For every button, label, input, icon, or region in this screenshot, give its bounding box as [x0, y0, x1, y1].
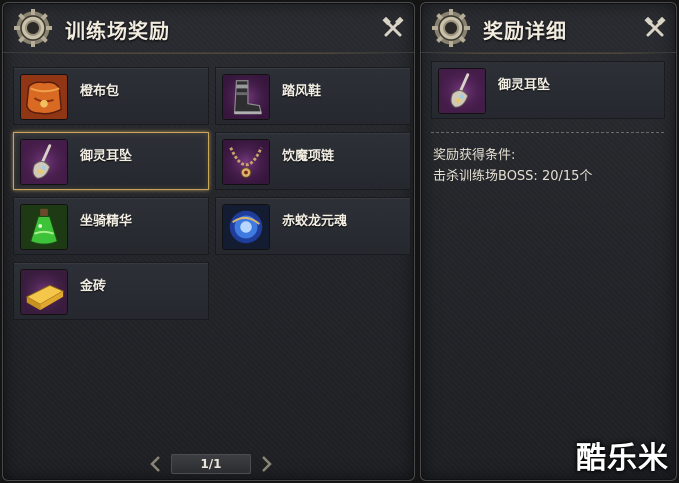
spirit-earring-icon	[438, 68, 486, 114]
reward-slot-dragon-soul[interactable]: 赤蛟龙元魂	[215, 197, 411, 255]
reward-slot-spirit-earring[interactable]: 御灵耳坠	[13, 132, 209, 190]
condition-value: 击杀训练场BOSS: 20/15个	[433, 169, 593, 184]
divider	[431, 132, 664, 133]
rewards-panel-header: 训练场奖励	[3, 3, 414, 54]
reward-slot-label: 金砖	[80, 279, 107, 294]
rewards-panel: 训练场奖励 橙布包 踏风鞋 御灵耳坠 饮魔项链 坐骑精华 赤蛟龙元魂 金砖 1/…	[2, 2, 415, 481]
reward-detail-title: 奖励详细	[483, 19, 567, 43]
reward-slot-label: 御灵耳坠	[80, 149, 133, 164]
page-indicator: 1/1	[171, 454, 251, 474]
pagination: 1/1	[149, 453, 273, 475]
watermark: 酷乐米	[576, 441, 669, 476]
reward-detail-header: 奖励详细	[421, 3, 676, 54]
reward-slot-gold-brick[interactable]: 金砖	[13, 262, 209, 320]
reward-slot-mount-essence[interactable]: 坐骑精华	[13, 197, 209, 255]
selected-reward-label: 御灵耳坠	[498, 78, 551, 93]
reward-slot-label: 赤蛟龙元魂	[282, 214, 348, 229]
wind-boots-icon	[222, 74, 270, 120]
tools-icon[interactable]	[382, 17, 404, 39]
prev-page-arrow-icon[interactable]	[149, 455, 163, 473]
reward-slot-label: 踏风鞋	[282, 84, 322, 99]
demon-necklace-icon	[222, 139, 270, 185]
next-page-arrow-icon[interactable]	[259, 455, 273, 473]
reward-detail-panel: 奖励详细 御灵耳坠 奖励获得条件: 击杀训练场BOSS: 20/15个	[420, 2, 677, 481]
reward-slot-orange-cloth-bag[interactable]: 橙布包	[13, 67, 209, 125]
dragon-soul-orb-icon	[222, 204, 270, 250]
rewards-panel-title: 训练场奖励	[65, 19, 170, 43]
orange-cloth-bag-icon	[20, 74, 68, 120]
condition-title: 奖励获得条件:	[433, 148, 516, 163]
spirit-earring-icon	[20, 139, 68, 185]
selected-reward-slot: 御灵耳坠	[431, 61, 665, 119]
reward-slot-demon-necklace[interactable]: 饮魔项链	[215, 132, 411, 190]
tools-icon[interactable]	[644, 17, 666, 39]
gear-icon	[13, 8, 53, 48]
reward-slot-label: 橙布包	[80, 84, 120, 99]
gold-brick-icon	[20, 269, 68, 315]
reward-slot-label: 饮魔项链	[282, 149, 335, 164]
gear-icon	[431, 8, 471, 48]
mount-essence-potion-icon	[20, 204, 68, 250]
reward-slot-wind-boots[interactable]: 踏风鞋	[215, 67, 411, 125]
reward-slot-label: 坐骑精华	[80, 214, 133, 229]
